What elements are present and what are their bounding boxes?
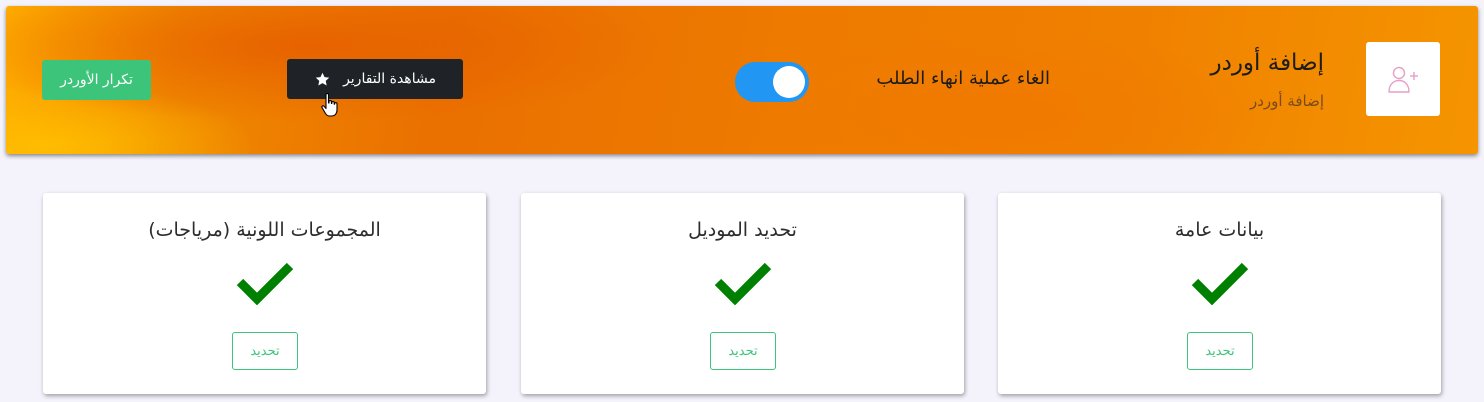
toggle-knob bbox=[773, 66, 805, 98]
select-model-button[interactable]: تحديد bbox=[710, 332, 776, 370]
repeat-order-button[interactable]: تكرار الأوردر bbox=[42, 60, 151, 100]
page-title: إضافة أوردر bbox=[1210, 50, 1324, 76]
star-icon bbox=[315, 72, 330, 86]
card-title: تحديد الموديل bbox=[688, 219, 797, 241]
card-model-selection: تحديد الموديل تحديد bbox=[521, 193, 964, 394]
page-subtitle: إضافة أوردر bbox=[1249, 92, 1324, 110]
card-color-groups: المجموعات اللونية (مرياجات) تحديد bbox=[43, 193, 486, 394]
header-banner: إضافة أوردر إضافة أوردر الغاء عملية انها… bbox=[6, 6, 1478, 154]
select-color-groups-button[interactable]: تحديد bbox=[232, 332, 298, 370]
cancel-completion-toggle[interactable] bbox=[735, 62, 809, 102]
card-title: المجموعات اللونية (مرياجات) bbox=[148, 219, 381, 241]
add-user-icon bbox=[1388, 66, 1418, 93]
avatar[interactable] bbox=[1366, 42, 1440, 116]
view-reports-button[interactable]: مشاهدة التقارير bbox=[287, 59, 463, 99]
check-icon bbox=[236, 262, 294, 305]
check-icon bbox=[1191, 262, 1249, 305]
card-general-data: بيانات عامة تحديد bbox=[998, 193, 1441, 394]
hand-cursor-icon bbox=[321, 92, 338, 117]
toggle-label: الغاء عملية انهاء الطلب bbox=[876, 68, 1050, 89]
view-reports-label: مشاهدة التقارير bbox=[343, 71, 436, 87]
card-title: بيانات عامة bbox=[1174, 219, 1265, 241]
select-general-data-button[interactable]: تحديد bbox=[1187, 332, 1253, 370]
check-icon bbox=[714, 262, 772, 305]
